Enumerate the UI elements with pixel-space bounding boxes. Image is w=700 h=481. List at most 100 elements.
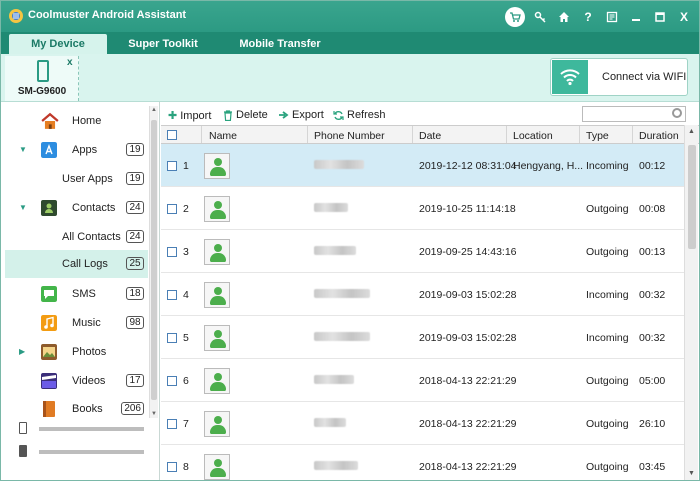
search-input[interactable]	[582, 106, 686, 122]
call-type: Incoming	[586, 289, 629, 301]
sidebar-scroll-thumb[interactable]	[151, 120, 157, 400]
feedback-icon[interactable]	[603, 8, 621, 26]
call-type: Outgoing	[586, 461, 629, 473]
sidebar-item-contacts[interactable]: ▼ Contacts 24	[5, 194, 148, 222]
table-row[interactable]: 4 2019-09-03 15:02:28 Incoming 00:32	[161, 273, 684, 316]
call-duration: 00:32	[639, 332, 666, 344]
table-row[interactable]: 8 2018-04-13 22:21:29 Outgoing 03:45	[161, 445, 684, 480]
column-divider[interactable]	[579, 126, 580, 143]
contact-avatar-icon	[204, 411, 230, 437]
row-checkbox[interactable]	[167, 247, 177, 257]
table-scroll-thumb[interactable]	[688, 145, 696, 249]
row-index: 1	[183, 160, 189, 172]
minimize-icon[interactable]	[627, 8, 645, 26]
device-name: SM-G9600	[17, 86, 67, 97]
call-date: 2019-12-12 08:31:04	[419, 160, 517, 172]
sidebar-item-user-apps[interactable]: User Apps 19	[5, 165, 148, 193]
row-checkbox[interactable]	[167, 462, 177, 472]
home-icon[interactable]	[555, 8, 573, 26]
sidebar-item-label: Photos	[72, 346, 107, 358]
count-badge: 24	[126, 201, 144, 214]
import-button[interactable]: ✚ Import	[168, 109, 212, 123]
sidebar-item-call-logs[interactable]: Call Logs 25	[5, 250, 148, 278]
scroll-up-icon[interactable]: ▲	[151, 107, 157, 113]
sidebar-item-label: Apps	[72, 144, 98, 156]
tab-my-device[interactable]: My Device	[9, 34, 107, 54]
tab-super-toolkit[interactable]: Super Toolkit	[113, 34, 213, 54]
refresh-button[interactable]: Refresh	[333, 109, 386, 121]
connect-wifi-label: Connect via WIFI	[602, 71, 687, 83]
row-checkbox[interactable]	[167, 376, 177, 386]
column-divider[interactable]	[412, 126, 413, 143]
phone-number-redacted	[314, 160, 364, 169]
row-index: 3	[183, 246, 189, 258]
title-icons: ? X	[505, 7, 693, 27]
row-checkbox[interactable]	[167, 419, 177, 429]
close-icon[interactable]: X	[675, 8, 693, 26]
table-header: Name Phone Number Date Location Type Dur…	[161, 125, 699, 144]
column-divider[interactable]	[632, 126, 633, 143]
count-badge: 25	[126, 257, 144, 270]
column-header-phone[interactable]: Phone Number	[314, 130, 385, 142]
table-row[interactable]: 6 2018-04-13 22:21:29 Outgoing 05:00	[161, 359, 684, 402]
table-row[interactable]: 5 2019-09-03 15:02:28 Incoming 00:32	[161, 316, 684, 359]
column-header-duration[interactable]: Duration	[639, 130, 679, 142]
search-icon[interactable]	[672, 108, 682, 118]
call-duration: 26:10	[639, 418, 666, 430]
call-duration: 00:08	[639, 203, 666, 215]
select-all-checkbox[interactable]	[167, 130, 177, 140]
table-row[interactable]: 3 2019-09-25 14:43:16 Outgoing 00:13	[161, 230, 684, 273]
sidebar-item-photos[interactable]: ▶ Photos	[5, 338, 148, 366]
key-icon[interactable]	[531, 8, 549, 26]
sidebar-item-apps[interactable]: ▼ Apps 19	[5, 136, 148, 164]
table-row[interactable]: 7 2018-04-13 22:21:29 Outgoing 26:10	[161, 402, 684, 445]
help-icon[interactable]: ?	[579, 8, 597, 26]
maximize-icon[interactable]	[651, 8, 669, 26]
export-button[interactable]: Export	[278, 109, 324, 121]
column-divider[interactable]	[506, 126, 507, 143]
contact-avatar-icon	[204, 282, 230, 308]
connect-wifi-button[interactable]: Connect via WIFI	[550, 58, 688, 96]
sidebar-scrollbar[interactable]: ▲ ▼	[149, 106, 158, 418]
expand-arrow-icon[interactable]: ▶	[19, 347, 25, 356]
column-header-type[interactable]: Type	[586, 130, 609, 142]
sidebar-item-videos[interactable]: Videos 17	[5, 367, 148, 395]
table-row[interactable]: 2 2019-10-25 11:14:18 Outgoing 00:08	[161, 187, 684, 230]
row-checkbox[interactable]	[167, 333, 177, 343]
music-icon	[41, 315, 57, 331]
sidebar-item-all-contacts[interactable]: All Contacts 24	[5, 223, 148, 251]
scroll-down-icon[interactable]: ▼	[151, 411, 157, 417]
device-card[interactable]: x SM-G9600	[5, 56, 79, 101]
scroll-up-icon[interactable]: ▲	[688, 128, 695, 135]
import-label: Import	[180, 109, 212, 122]
call-date: 2019-09-03 15:02:28	[419, 332, 517, 344]
count-badge: 19	[126, 172, 144, 185]
delete-button[interactable]: Delete	[223, 109, 268, 121]
row-checkbox[interactable]	[167, 161, 177, 171]
column-header-name[interactable]: Name	[209, 130, 237, 142]
phone-number-redacted	[314, 289, 370, 298]
row-index: 8	[183, 461, 189, 473]
device-close-button[interactable]: x	[67, 57, 73, 68]
sidebar-item-home[interactable]: Home	[5, 107, 148, 135]
table-scrollbar[interactable]: ▲ ▼	[684, 125, 698, 480]
column-header-date[interactable]: Date	[419, 130, 441, 142]
expand-arrow-icon[interactable]: ▼	[19, 203, 27, 212]
phone-number-redacted	[314, 203, 348, 212]
column-divider[interactable]	[307, 126, 308, 143]
row-checkbox[interactable]	[167, 290, 177, 300]
column-header-location[interactable]: Location	[513, 130, 553, 142]
cart-icon[interactable]	[505, 7, 525, 27]
contact-avatar-icon	[204, 454, 230, 480]
scroll-down-icon[interactable]: ▼	[688, 470, 695, 477]
row-checkbox[interactable]	[167, 204, 177, 214]
table-row[interactable]: 1 2019-12-12 08:31:04 Hengyang, H... Inc…	[161, 144, 684, 187]
expand-arrow-icon[interactable]: ▼	[19, 145, 27, 154]
sidebar-item-music[interactable]: Music 98	[5, 309, 148, 337]
column-divider[interactable]	[201, 126, 202, 143]
tab-mobile-transfer[interactable]: Mobile Transfer	[227, 34, 333, 54]
sidebar-item-sms[interactable]: SMS 18	[5, 280, 148, 308]
call-type: Incoming	[586, 332, 629, 344]
sidebar-item-books[interactable]: Books 206	[5, 395, 148, 423]
books-icon	[43, 401, 55, 417]
